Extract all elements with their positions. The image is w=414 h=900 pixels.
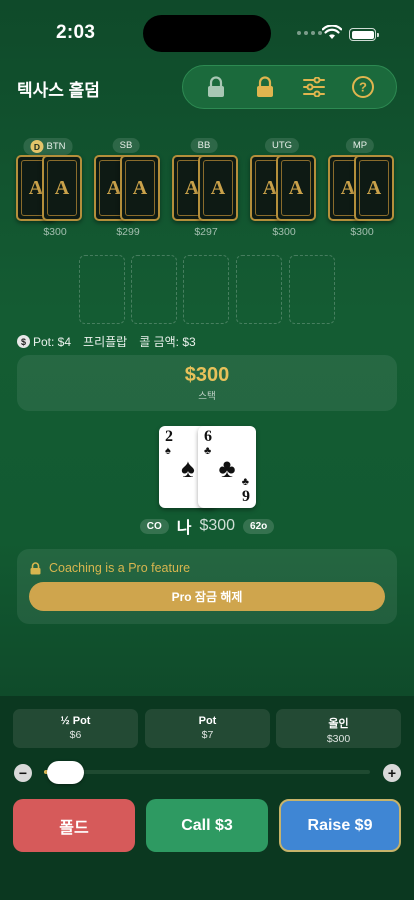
seat-position-badge: UTG [264,138,300,153]
lock-icon [30,561,41,574]
seat-stack: $299 [116,226,140,238]
seat-stack: $300 [43,226,67,238]
card-back: A [354,155,394,221]
street-label: 프리플랍 [83,335,128,349]
help-icon: ? [352,76,375,98]
card-back: A [276,155,316,221]
signal-dots-icon [297,31,322,35]
seat-position-badge: MP [345,138,375,153]
hand-badge: 62o [243,518,275,534]
dynamic-island [143,15,271,52]
bet-slider-thumb[interactable] [47,761,84,784]
lock-button[interactable] [248,70,282,104]
lock-icon [256,76,273,97]
seat-stack: $300 [350,226,374,238]
battery-icon [349,28,379,41]
hero-position-badge: CO [139,518,169,534]
wifi-icon [322,25,342,39]
help-button[interactable]: ? [346,70,380,104]
page-title: 텍사스 홀덤 [17,81,100,100]
raise-button[interactable]: Raise $9 [279,799,401,852]
sliders-icon [303,77,326,97]
call-button[interactable]: Call $3 [146,799,268,852]
board-card-slot [289,255,335,324]
card-back: A [198,155,238,221]
seat-stack: $300 [272,226,296,238]
coin-icon: $ [17,335,30,348]
spade-icon: ♠ [181,454,195,484]
svg-text:?: ? [359,80,367,95]
pot-amount: Pot: $4 [33,334,72,349]
card-back: A [42,155,82,221]
stack-amount: $300 [184,364,230,386]
pot-button[interactable]: Pot $7 [145,709,270,748]
hero-info: CO 나 $300 62o [0,514,414,538]
all-in-button[interactable]: 올인 $300 [276,709,401,748]
call-amount: 콜 금액: $3 [139,335,196,349]
status-time: 2:03 [56,22,96,43]
settings-sliders-button[interactable] [297,70,331,104]
lock-open-icon [207,76,224,97]
fold-button[interactable]: 폴드 [13,799,135,852]
stack-box: $300 스택 [17,355,397,411]
seat-position-badge: SB [112,138,140,153]
board-card-slot [131,255,177,324]
hero-stack: $300 [199,517,236,534]
pot-info: $ Pot: $4 프리플랍 콜 금액: $3 [17,333,196,350]
coaching-card: Coaching is a Pro feature Pro 잠금 해제 [17,549,397,624]
seat-stack: $297 [194,226,218,238]
increase-bet-button[interactable]: + [383,764,401,782]
coaching-message: Coaching is a Pro feature [49,561,191,575]
pro-unlock-button[interactable]: Pro 잠금 해제 [29,582,385,611]
seat-position-badge: D BTN [23,138,73,155]
decrease-bet-button[interactable]: − [14,764,32,782]
card-back: A [120,155,160,221]
dealer-button: D [30,140,44,153]
board-card-slot [183,255,229,324]
stack-label: 스택 [198,391,216,402]
board-card-slot [236,255,282,324]
toolbar: ? [182,65,397,109]
board-card-slot [79,255,125,324]
half-pot-button[interactable]: ½ Pot $6 [13,709,138,748]
bet-slider-track[interactable] [44,770,370,774]
seat-position-badge: BB [190,138,218,153]
club-icon: ♣ [218,454,236,484]
lock-open-button[interactable] [199,70,233,104]
hero-card: 6 ♣ ♣ ♣ 9 [198,426,256,508]
hero-name: 나 [176,520,192,537]
